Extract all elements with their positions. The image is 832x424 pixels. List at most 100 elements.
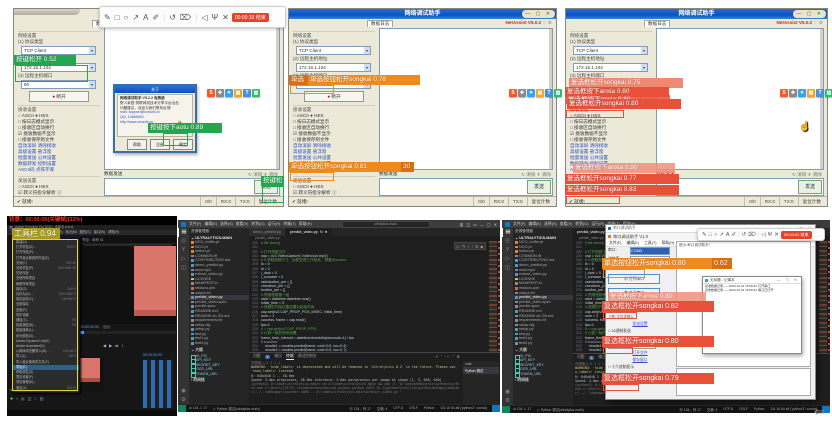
sidebar-row[interactable]: (1) 协议类型 (570, 39, 652, 45)
recorder-tool-icon[interactable]: ◁ (761, 232, 765, 238)
menu[interactable]: 选择(S) (544, 222, 557, 227)
transport-icon[interactable]: ↕ (122, 343, 124, 348)
send-input[interactable]: 发送 (104, 178, 280, 196)
sidebar-row[interactable]: (2) 远程主机地址 (18, 56, 100, 62)
recorder-tool-icon[interactable]: ↗ (719, 232, 724, 238)
timeline-section[interactable]: › 时间线 (513, 377, 573, 384)
menu[interactable]: 剪辑(C) (38, 230, 49, 235)
float-icon[interactable]: S (207, 89, 215, 97)
serial-control[interactable]: 波特率: (608, 256, 630, 265)
float-icon[interactable]: ▤ (536, 89, 544, 97)
command-center-search[interactable]: ultralytics-main (342, 221, 430, 228)
recorder-tool-icon[interactable]: | (738, 232, 739, 238)
recorder-tool-icon[interactable]: | (758, 232, 759, 238)
serial-control[interactable]: ● 无校验 ○ 奇校验 (608, 265, 672, 272)
menu[interactable]: 窗口(W) (94, 230, 106, 235)
panel-tab[interactable]: 2 (589, 356, 595, 360)
window-control-icon[interactable]: ▭ (473, 222, 477, 227)
activity-icon[interactable]: ◎ (178, 237, 189, 246)
status-item[interactable]: ⊘ 134 ⚠ 17 (510, 407, 534, 412)
scrollbar[interactable] (276, 27, 279, 169)
sidebar-row[interactable]: ASCII码 点阵字库 (18, 167, 100, 173)
window-controls[interactable]: ▥◫▭—▢✕ (460, 222, 497, 227)
recorder-tool-icon[interactable]: ↗ (132, 13, 139, 22)
recording-timer-badge[interactable]: 00:00:15 结束 (232, 13, 269, 22)
sidebar-row[interactable]: ASCII码 点阵字库 (293, 167, 375, 173)
serial-control[interactable]: 50 (632, 342, 656, 349)
dialog-button[interactable]: 帮助 (127, 139, 147, 150)
mixer-button-grid[interactable] (143, 360, 173, 408)
serial-control[interactable]: □ 16进制发送 (608, 328, 672, 335)
serial-control[interactable]: 串口: (608, 247, 630, 256)
tool-icon[interactable]: ✚ (10, 396, 13, 401)
menu[interactable]: 编辑(E) (626, 240, 639, 246)
panel-tab[interactable]: 2 (265, 355, 271, 359)
debug-icon[interactable]: ■ (481, 244, 483, 249)
serial-control[interactable]: 打开文件 (608, 350, 672, 357)
sidebar-row[interactable]: ASCII码 点阵字库 (570, 167, 652, 173)
serial-control[interactable]: 保存窗口 (608, 357, 672, 364)
terminal-action-icon[interactable]: ˆ (452, 354, 453, 359)
float-icon[interactable]: ✚ (518, 89, 526, 97)
sidebar-row[interactable]: ● 断开 (304, 91, 364, 102)
panel-tab[interactable]: 终端 (286, 354, 294, 360)
terminal-action-icon[interactable]: ˇ (441, 354, 442, 359)
serial-control[interactable]: 上限: 文件未载入 (608, 314, 672, 321)
remote-indicator[interactable] (178, 405, 186, 412)
window-control-icon[interactable]: ▥ (460, 222, 464, 227)
serial-control[interactable]: 115200 (630, 256, 670, 264)
sidebar-row[interactable]: 接收设置 (18, 105, 100, 113)
terminal-action-icon[interactable]: ✕ (457, 354, 460, 359)
recorder-tool-icon[interactable]: ⌦ (180, 13, 191, 22)
activity-icon[interactable]: ▤ (178, 228, 189, 237)
recorder-tool-icon[interactable]: ○ (124, 13, 129, 22)
sidebar-row[interactable]: 172.16.1.104 (296, 63, 371, 72)
timeline-section[interactable]: › 时间线 (189, 377, 249, 384)
window-control-icon[interactable]: ▢ (487, 222, 491, 227)
terminal-action-icon[interactable]: ⋯ (445, 354, 449, 359)
transport-controls[interactable]: ◀▶⇄↕ (103, 343, 124, 348)
serial-control[interactable]: □ 十六进制显示 (608, 364, 672, 371)
minimap[interactable] (489, 241, 497, 352)
sidebar-row[interactable]: TCP Client (573, 46, 648, 55)
sidebar-row[interactable]: 网络设置 (18, 31, 100, 39)
explorer-file[interactable]: test2.py (189, 341, 249, 346)
recorder-tool-icon[interactable]: ✐ (152, 13, 159, 22)
tool-icon[interactable]: ▪ (16, 396, 17, 401)
activity-icon[interactable]: Y (502, 246, 513, 255)
sidebar-row[interactable]: 80 (21, 80, 96, 89)
dialog-button[interactable]: 确定 (173, 139, 193, 150)
tool-icon[interactable]: ▤ (21, 396, 25, 401)
brand-icons[interactable]: ♡ ⚙ (542, 20, 552, 25)
transport-icon[interactable]: ⇄ (115, 343, 118, 348)
menu[interactable]: 编辑(E) (24, 230, 35, 235)
recorder-tool-icon[interactable]: ✐ (732, 232, 737, 238)
sidebar-row[interactable]: 网络设置 (293, 31, 375, 39)
brand-icons[interactable]: ♡ ⚙ (813, 20, 823, 25)
floating-icon-strip[interactable]: S✚✦▤T▥ (780, 89, 832, 97)
float-icon[interactable]: ▥ (554, 89, 562, 97)
panel-tab[interactable]: 输出 (274, 354, 282, 359)
recorder-tool-icon[interactable]: ⌦ (748, 232, 756, 238)
menu[interactable]: 编辑(E) (204, 222, 217, 227)
monitor-header[interactable]: 节目：序列 01 (80, 236, 176, 244)
float-icon[interactable]: ▤ (807, 89, 815, 97)
sidebar-row[interactable]: (1) 协议类型 (18, 39, 100, 45)
serial-control[interactable]: 上限: 文件未载入 (608, 335, 672, 342)
remote-indicator[interactable] (502, 406, 510, 413)
sidebar-row[interactable]: (3) 远程主机端口 (18, 73, 100, 79)
notifications-bell-icon[interactable] (492, 405, 500, 412)
activity-icon[interactable]: ▷ (502, 255, 513, 264)
recorder-tool-icon[interactable]: ✕ (222, 13, 229, 22)
float-icon[interactable]: S (509, 89, 517, 97)
tool-icon[interactable]: ▥ (40, 396, 44, 401)
float-icon[interactable]: ✦ (798, 89, 806, 97)
serial-control[interactable]: COM3 (630, 247, 670, 255)
serial-control[interactable]: ◉ 关闭串口 (608, 288, 660, 298)
send-input[interactable]: 发送 (379, 178, 553, 196)
transport-icon[interactable]: ◀ (103, 343, 106, 348)
status-item[interactable]: 行 134，列 17 (676, 407, 703, 412)
activity-icon[interactable]: ▤ (502, 228, 513, 237)
notepad-content[interactable]: 接收数据记录——2023-10-31 16:59:32 '打开串口'接收数据记录… (703, 284, 801, 292)
recorder-tool-icon[interactable]: Ψ (768, 232, 773, 238)
